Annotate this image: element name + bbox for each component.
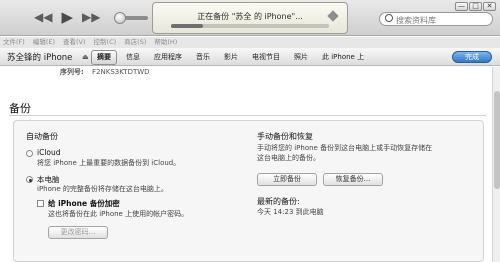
encrypt-checkbox[interactable] (37, 200, 44, 207)
auto-backup-heading: 自动备份 (26, 132, 58, 141)
manual-description-line2: 这台电脑上的备份。 (257, 154, 320, 162)
this-computer-description: iPhone 的完整备份将存储在这台电脑上。 (37, 185, 168, 193)
menu-bar: 文件(F) 编辑(E) 查看(V) 控制(C) 商店(S) 帮助(H) (0, 37, 500, 48)
tab-info[interactable]: 信息 (121, 51, 145, 64)
fast-forward-icon[interactable]: ▶▶ (82, 10, 100, 24)
tab-movies[interactable]: 影片 (219, 51, 243, 64)
device-tabs: 摘要 信息 应用程序 音乐 影片 电视节目 照片 此 iPhone 上 (91, 50, 373, 65)
menu-controls[interactable]: 控制(C) (94, 37, 117, 48)
done-button[interactable]: 完成 (452, 51, 492, 63)
backup-now-button[interactable]: 立即备份 (257, 173, 317, 186)
serial-value: F2NKS3KTDTWD (92, 68, 150, 76)
section-divider (9, 115, 486, 116)
scroll-thumb[interactable] (494, 91, 500, 189)
search-input[interactable]: 搜索资料库 (396, 15, 436, 26)
backup-section-title: 备份 (9, 102, 31, 115)
tab-summary[interactable]: 摘要 (91, 50, 117, 65)
menu-edit[interactable]: 编辑(E) (33, 37, 55, 48)
tab-tv-shows[interactable]: 电视节目 (247, 51, 285, 64)
playback-controls: ◀◀ ▶ ▶▶ (34, 10, 100, 25)
tab-apps[interactable]: 应用程序 (149, 51, 187, 64)
tab-on-this-iphone[interactable]: 此 iPhone 上 (317, 51, 369, 64)
restore-backup-button[interactable]: 恢复备份... (323, 173, 383, 186)
encrypt-description: 这也将备份在此 iPhone 上使用的帐户密码。 (48, 210, 189, 218)
menu-file[interactable]: 文件(F) (3, 37, 25, 48)
serial-row: 序列号: F2NKS3KTDTWD (60, 67, 150, 77)
menu-view[interactable]: 查看(V) (63, 37, 86, 48)
vertical-scrollbar[interactable] (492, 67, 500, 262)
icloud-label[interactable]: iCloud (37, 148, 61, 157)
backup-panel: 自动备份 iCloud 将您 iPhone 上最重要的数据备份到 iCloud。… (13, 120, 484, 262)
window-controls: — □ ✕ (455, 2, 496, 11)
icloud-radio[interactable] (26, 150, 33, 157)
close-button[interactable]: ✕ (483, 2, 496, 11)
now-playing-text: 正在备份 "苏全 的 iPhone"... (197, 12, 303, 21)
eject-icon[interactable]: ⏏ (82, 53, 89, 61)
volume-knob[interactable] (114, 12, 126, 24)
search-field[interactable]: 搜索资料库 (379, 12, 493, 26)
menu-store[interactable]: 商店(S) (124, 37, 146, 48)
progress-fill (171, 24, 203, 28)
icloud-description: 将您 iPhone 上最重要的数据备份到 iCloud。 (37, 159, 181, 167)
serial-label: 序列号: (60, 68, 84, 76)
status-display: 正在备份 "苏全 的 iPhone"... (152, 2, 348, 34)
manual-description-line1: 手动将您的 iPhone 备份到这台电脑上或手动恢复存储在 (257, 144, 433, 152)
summary-content: 序列号: F2NKS3KTDTWD 备份 自动备份 iCloud 将您 iPho… (0, 67, 492, 262)
tab-music[interactable]: 音乐 (191, 51, 215, 64)
minimize-button[interactable]: — (455, 2, 468, 11)
change-password-button[interactable]: 更改密码... (48, 226, 108, 239)
menu-help[interactable]: 帮助(H) (154, 37, 177, 48)
device-bar: 苏全锋的 iPhone ⏏ 摘要 信息 应用程序 音乐 影片 电视节目 照片 此… (0, 48, 500, 66)
latest-backup-heading: 最新的备份: (257, 197, 300, 206)
encrypt-label[interactable]: 给 iPhone 备份加密 (48, 198, 120, 209)
this-computer-radio[interactable] (26, 176, 33, 183)
search-icon (385, 14, 393, 22)
manual-backup-heading: 手动备份和恢复 (257, 132, 313, 141)
latest-backup-value: 今天 14:23 到此电脑 (257, 208, 324, 216)
rewind-icon[interactable]: ◀◀ (34, 10, 52, 24)
device-name[interactable]: 苏全锋的 iPhone (7, 51, 72, 63)
maximize-button[interactable]: □ (469, 2, 482, 11)
tab-photos[interactable]: 照片 (289, 51, 313, 64)
toolbar: — □ ✕ ◀◀ ▶ ▶▶ 正在备份 "苏全 的 iPhone"... 搜索资料… (0, 0, 500, 36)
play-icon[interactable]: ▶ (61, 10, 73, 25)
